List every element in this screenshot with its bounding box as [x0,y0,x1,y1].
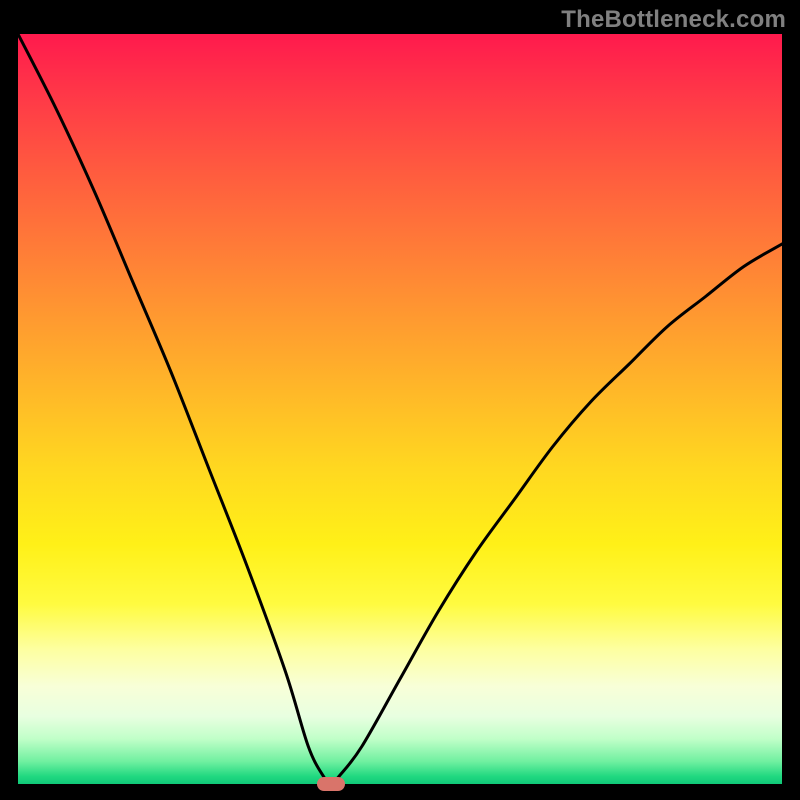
bottleneck-curve [18,34,782,784]
optimum-marker [317,777,345,791]
watermark-text: TheBottleneck.com [561,6,786,34]
chart-svg [18,34,782,784]
chart-frame [18,34,782,784]
